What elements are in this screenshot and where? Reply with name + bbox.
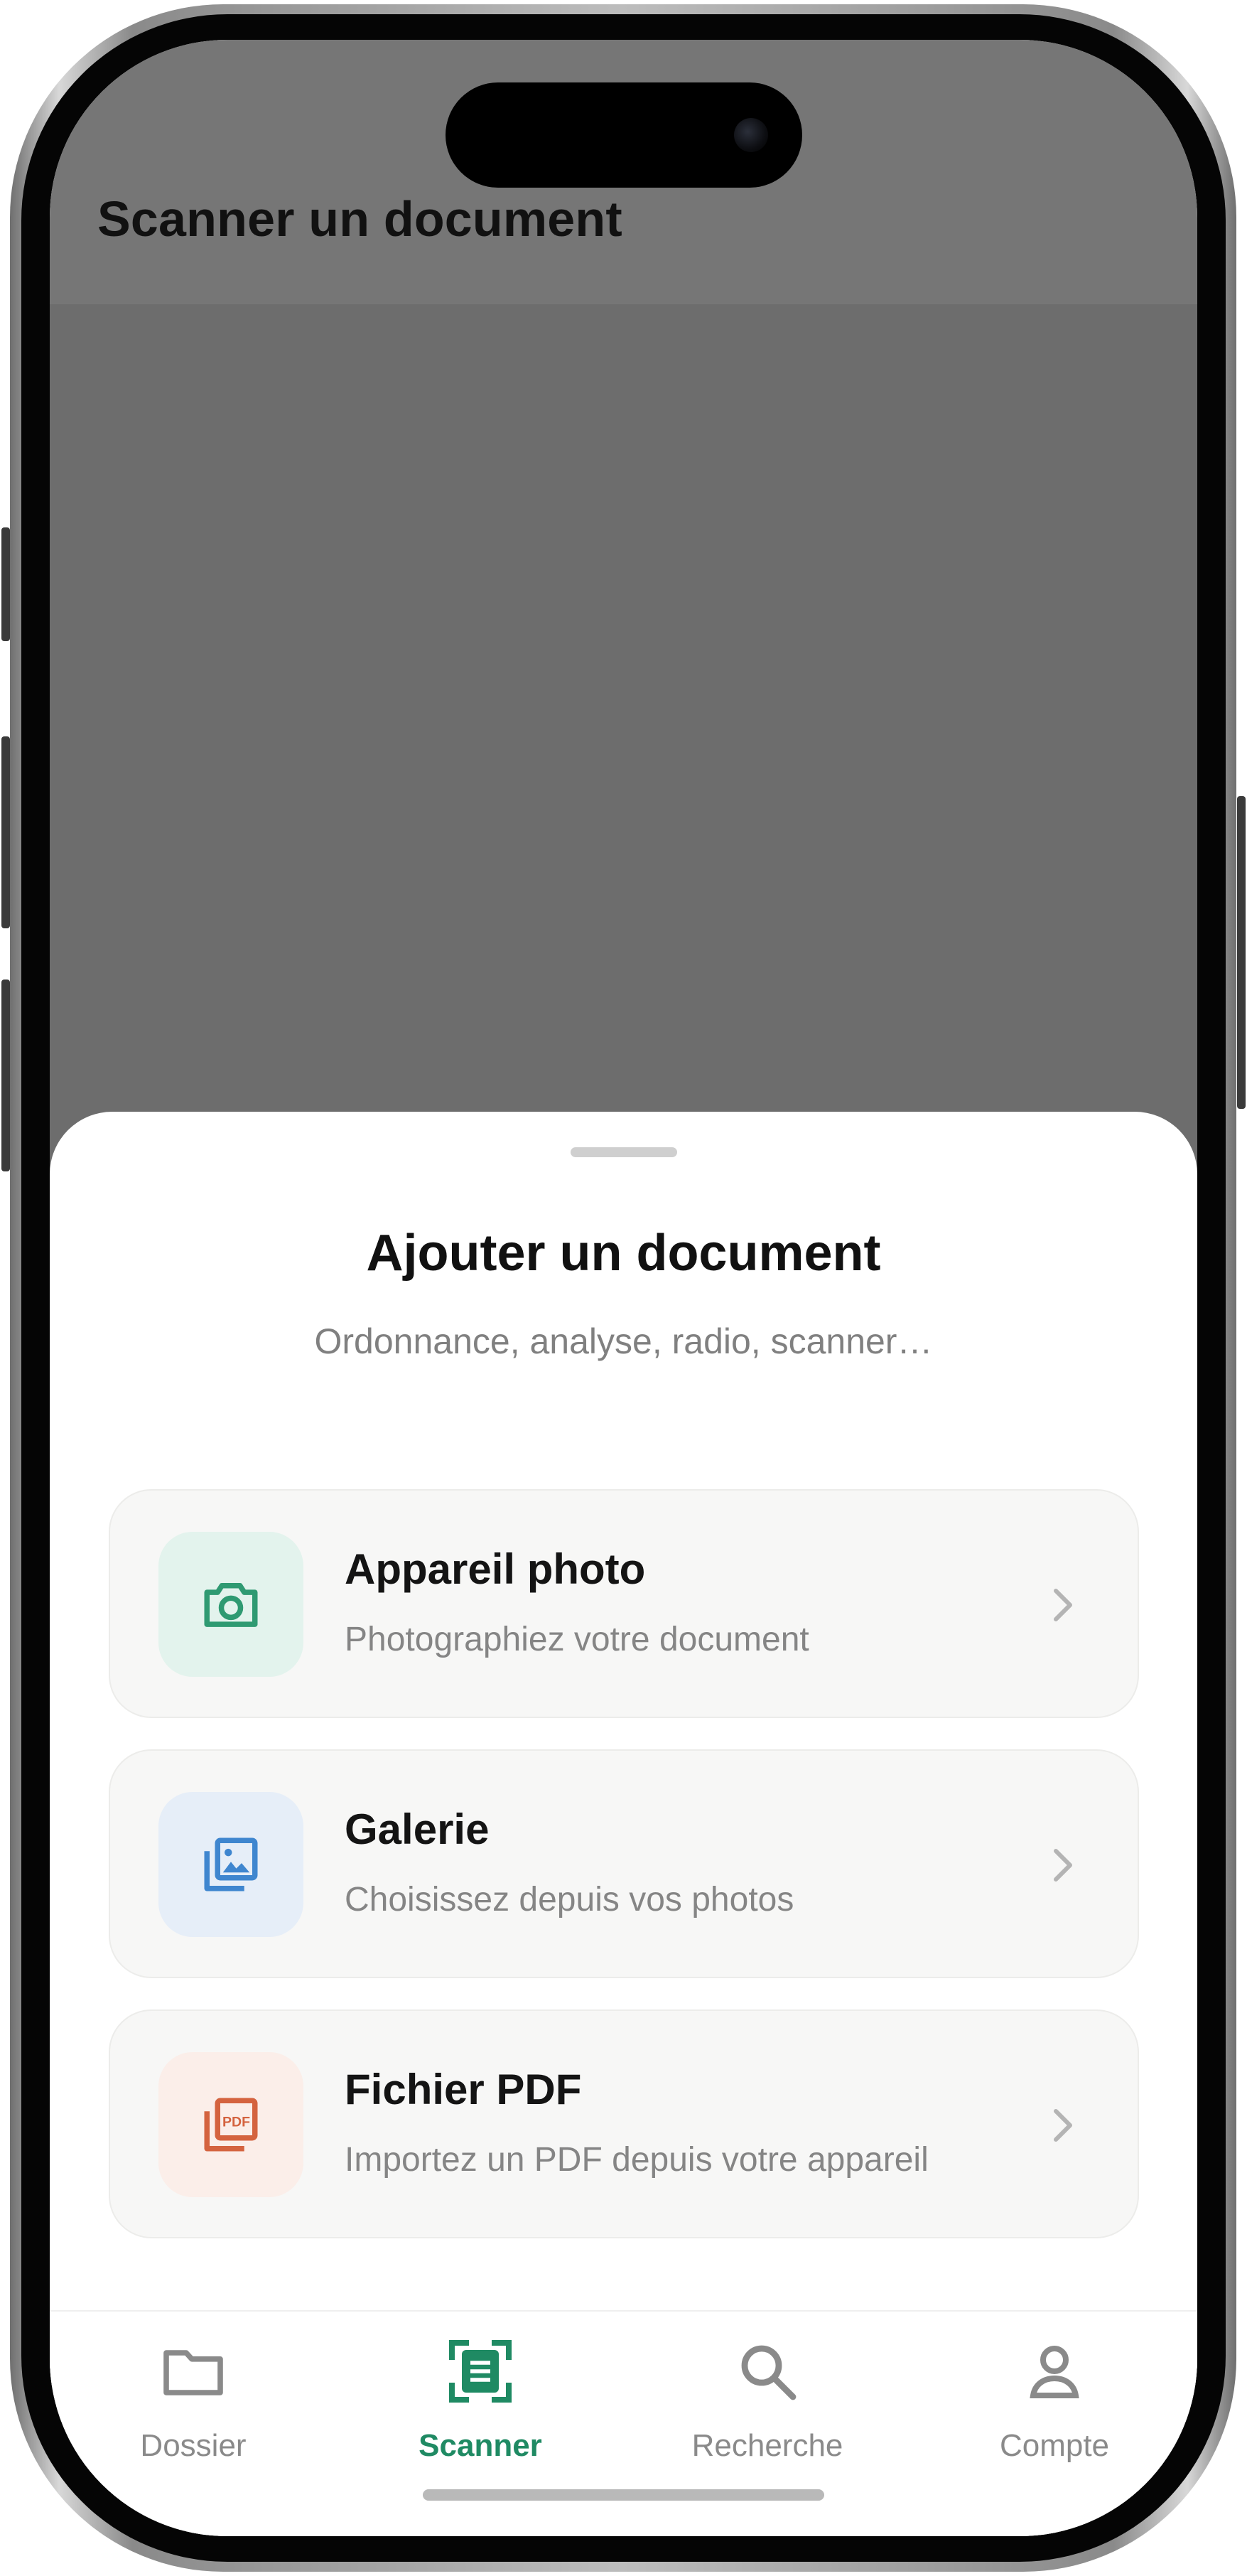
option-title: Galerie xyxy=(345,1805,490,1853)
power-button xyxy=(1237,796,1246,1109)
gallery-icon xyxy=(204,1837,258,1891)
pdf-icon-tile: PDF xyxy=(158,2052,303,2197)
phone-screen: Scanner un document Ajouter un document … xyxy=(50,40,1197,2536)
sheet-drag-handle[interactable] xyxy=(571,1147,677,1157)
tab-label: Dossier xyxy=(140,2428,247,2463)
sheet-title: Ajouter un document xyxy=(366,1225,881,1282)
chevron-right-icon xyxy=(1054,2109,1072,2142)
bottom-tab-bar: Dossier Scanner Recherche Compte xyxy=(50,2310,1197,2536)
tab-dossier[interactable]: Dossier xyxy=(50,2312,337,2482)
option-title: Appareil photo xyxy=(345,1545,646,1593)
gallery-icon-tile xyxy=(158,1792,303,1937)
volume-up-button xyxy=(1,736,10,928)
sheet-subtitle: Ordonnance, analyse, radio, scanner… xyxy=(314,1321,933,1361)
chevron-right-icon xyxy=(1054,1849,1072,1882)
camera-icon xyxy=(204,1583,258,1627)
option-description: Importez un PDF depuis votre appareil xyxy=(345,2141,929,2179)
option-description: Photographiez votre document xyxy=(345,1621,809,1658)
home-indicator[interactable] xyxy=(423,2489,824,2501)
option-camera[interactable]: Appareil photo Photographiez votre docum… xyxy=(109,1489,1139,1718)
chevron-right-icon xyxy=(1054,1589,1072,1621)
volume-down-button xyxy=(1,980,10,1171)
option-description: Choisissez depuis vos photos xyxy=(345,1881,794,1918)
search-icon xyxy=(741,2345,797,2400)
pdf-file-icon: PDF xyxy=(204,2098,258,2152)
scanner-icon xyxy=(449,2340,512,2403)
tab-label: Scanner xyxy=(419,2428,542,2463)
option-gallery[interactable]: Galerie Choisissez depuis vos photos xyxy=(109,1749,1139,1978)
option-title: Fichier PDF xyxy=(345,2066,582,2113)
folder-icon xyxy=(163,2350,223,2395)
tab-label: Recherche xyxy=(691,2428,843,2463)
svg-text:PDF: PDF xyxy=(222,2114,250,2130)
page-title: Scanner un document xyxy=(97,191,622,247)
user-icon xyxy=(1030,2346,1079,2398)
dynamic-island xyxy=(446,82,802,188)
option-pdf-file[interactable]: PDF Fichier PDF Importez un PDF depuis v… xyxy=(109,2009,1139,2238)
tab-scanner[interactable]: Scanner xyxy=(337,2312,624,2482)
tab-compte[interactable]: Compte xyxy=(911,2312,1197,2482)
front-camera xyxy=(734,118,768,152)
action-button xyxy=(1,527,10,641)
camera-icon-tile xyxy=(158,1532,303,1677)
tab-label: Compte xyxy=(999,2428,1110,2463)
tab-recherche[interactable]: Recherche xyxy=(624,2312,911,2482)
